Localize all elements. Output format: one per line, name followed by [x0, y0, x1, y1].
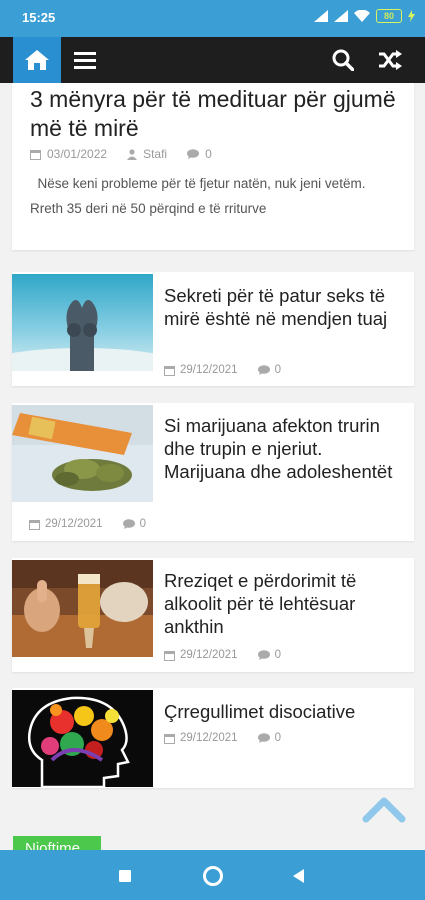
featured-post-meta: 03/01/2022 Stafi 0	[30, 147, 212, 161]
home-icon	[25, 50, 49, 70]
calendar-icon	[30, 149, 41, 160]
featured-post-card[interactable]: 3 mënyra për të medituar për gjumë më të…	[12, 83, 414, 250]
menu-button[interactable]	[68, 37, 102, 83]
scroll-to-top-button[interactable]	[362, 793, 406, 823]
chevron-up-icon	[362, 797, 406, 823]
status-bar: 15:25 80	[0, 0, 425, 37]
menu-icon	[74, 52, 96, 69]
comment-icon	[257, 733, 270, 743]
post-title[interactable]: Sekreti për të patur seks të mirë është …	[164, 284, 404, 330]
home-system-button[interactable]	[203, 866, 223, 886]
shuffle-icon	[379, 50, 402, 70]
comment-count[interactable]: 0	[275, 649, 281, 661]
calendar-icon	[164, 365, 175, 376]
featured-post-title[interactable]: 3 mënyra për të medituar për gjumë më të…	[30, 85, 400, 143]
post-card[interactable]: Çrregullimet disociative 29/12/2021 0	[12, 688, 414, 788]
charging-icon	[408, 10, 415, 22]
back-button[interactable]	[293, 869, 304, 883]
search-icon	[332, 49, 354, 71]
post-date[interactable]: 29/12/2021	[45, 518, 103, 530]
post-date[interactable]: 03/01/2022	[47, 147, 107, 161]
calendar-icon	[164, 733, 175, 744]
home-button[interactable]	[13, 37, 61, 83]
post-list: 3 mënyra për të medituar për gjumë më të…	[0, 83, 425, 850]
comment-icon	[187, 149, 200, 159]
comment-count[interactable]: 0	[275, 364, 281, 376]
comment-count[interactable]: 0	[140, 518, 146, 530]
post-title[interactable]: Çrregullimet disociative	[164, 700, 404, 723]
post-meta: 29/12/2021 0	[164, 364, 281, 376]
post-thumbnail[interactable]	[12, 405, 153, 502]
comment-count[interactable]: 0	[275, 732, 281, 744]
post-card[interactable]: Si marijuana afekton trurin dhe trupin e…	[12, 403, 414, 541]
post-card[interactable]: Rreziqet e përdorimit të alkoolit për të…	[12, 558, 414, 672]
app-bar	[0, 37, 425, 83]
featured-excerpt-text: Nëse keni probleme për të fjetur natën, …	[30, 176, 366, 216]
post-date[interactable]: 29/12/2021	[180, 732, 238, 744]
post-author[interactable]: Stafi	[143, 147, 167, 161]
comment-icon	[122, 519, 135, 529]
post-meta: 29/12/2021 0	[29, 518, 146, 530]
signal-icon	[334, 10, 348, 22]
post-date[interactable]: 29/12/2021	[180, 649, 238, 661]
search-button[interactable]	[326, 37, 360, 83]
signal-icon	[314, 10, 328, 22]
featured-post-excerpt: Nëse keni probleme për të fjetur natën, …	[30, 171, 400, 221]
comment-count[interactable]: 0	[205, 147, 212, 161]
battery-level: 80	[383, 11, 394, 21]
post-thumbnail[interactable]	[12, 274, 153, 371]
calendar-icon	[164, 650, 175, 661]
comment-icon	[257, 365, 270, 375]
post-card[interactable]: Sekreti për të patur seks të mirë është …	[12, 272, 414, 386]
status-icons: 80	[314, 9, 415, 23]
status-time: 15:25	[22, 10, 56, 25]
post-title[interactable]: Si marijuana afekton trurin dhe trupin e…	[164, 414, 404, 483]
post-date[interactable]: 29/12/2021	[180, 364, 238, 376]
wifi-icon	[354, 10, 370, 22]
post-meta: 29/12/2021 0	[164, 732, 281, 744]
random-post-button[interactable]	[372, 37, 408, 83]
battery-icon: 80	[376, 9, 402, 23]
system-navigation-bar	[0, 850, 425, 900]
recent-apps-button[interactable]	[119, 870, 131, 882]
post-thumbnail[interactable]	[12, 560, 153, 657]
post-meta: 29/12/2021 0	[164, 649, 281, 661]
comment-icon	[257, 650, 270, 660]
user-icon	[127, 148, 138, 160]
post-title[interactable]: Rreziqet e përdorimit të alkoolit për të…	[164, 569, 404, 638]
post-thumbnail[interactable]	[12, 690, 153, 787]
calendar-icon	[29, 519, 40, 530]
